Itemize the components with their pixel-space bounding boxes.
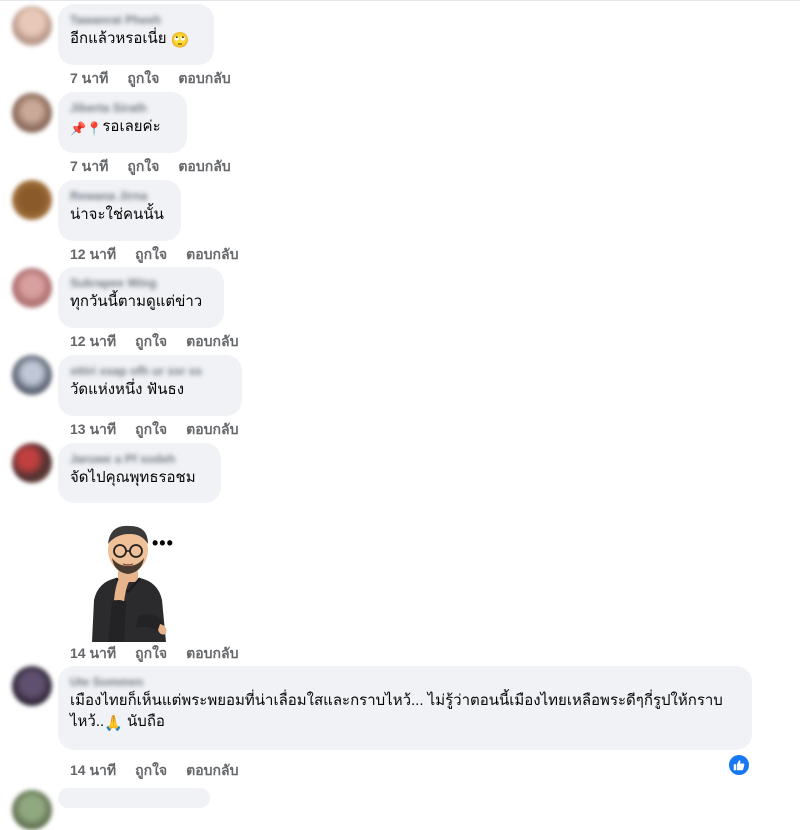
- comment-actions: 12 นาที ถูกใจ ตอบกลับ: [70, 244, 238, 266]
- reply-button[interactable]: ตอบกลับ: [186, 643, 238, 665]
- commenter-name[interactable]: Ute Sommen: [70, 674, 740, 690]
- timestamp[interactable]: 14 นาที: [70, 760, 116, 782]
- timestamp[interactable]: 14 นาที: [70, 643, 116, 665]
- like-button[interactable]: ถูกใจ: [135, 643, 167, 665]
- timestamp[interactable]: 12 นาที: [70, 244, 116, 266]
- timestamp[interactable]: 13 นาที: [70, 419, 116, 441]
- like-reaction-badge[interactable]: [729, 755, 749, 775]
- more-options-icon[interactable]: •••: [152, 533, 174, 554]
- timestamp[interactable]: 12 นาที: [70, 331, 116, 353]
- comment-bubble: Jaruwe a Pf sodeh จัดไปคุณพุทธรอชม: [58, 443, 221, 503]
- avatar[interactable]: [12, 666, 52, 706]
- comment-actions: 14 นาที ถูกใจ ตอบกลับ: [70, 760, 238, 782]
- comment-text-body: อีกแล้วหรอเนี่ย: [70, 30, 167, 47]
- comment-text: อีกแล้วหรอเนี่ย 🙄: [70, 28, 202, 51]
- like-button[interactable]: ถูกใจ: [135, 419, 167, 441]
- reply-button[interactable]: ตอบกลับ: [186, 419, 238, 441]
- like-button[interactable]: ถูกใจ: [127, 68, 159, 90]
- comment-text: 📌📍รอเลยค่ะ: [70, 116, 175, 139]
- comment-actions: 13 นาที ถูกใจ ตอบกลับ: [70, 419, 238, 441]
- reply-button[interactable]: ตอบกลับ: [178, 68, 230, 90]
- top-divider: [0, 0, 800, 1]
- comment-text: ทุกวันนี้ตามดูแต่ข่าว: [70, 293, 203, 310]
- timestamp[interactable]: 7 นาที: [70, 68, 108, 90]
- avatar[interactable]: [12, 93, 52, 133]
- comment-actions: 12 นาที ถูกใจ ตอบกลับ: [70, 331, 238, 353]
- comment-actions: 7 นาที ถูกใจ ตอบกลับ: [70, 156, 231, 178]
- avatar[interactable]: [12, 355, 52, 395]
- eye-roll-emoji-icon: 🙄: [170, 32, 190, 49]
- comment-text-body: รอเลยค่ะ: [102, 118, 161, 135]
- comment-bubble: Jiberta Sirath 📌📍รอเลยค่ะ: [58, 92, 187, 153]
- like-button[interactable]: ถูกใจ: [135, 244, 167, 266]
- commenter-name[interactable]: Sukrapee Wing: [70, 275, 212, 291]
- commenter-name[interactable]: Tawanrat Pheeh: [70, 12, 202, 28]
- comment-text-body: เมืองไทยก็เห็นแต่พระพยอมที่น่าเลื่อมใสแล…: [70, 692, 723, 730]
- comment-text: จัดไปคุณพุทธรอชม: [70, 469, 196, 486]
- comment-text: วัดแห่งหนึ่ง ฟันธง: [70, 381, 185, 398]
- like-button[interactable]: ถูกใจ: [135, 760, 167, 782]
- comment-text-suffix: นับถือ: [122, 713, 165, 730]
- commenter-name[interactable]: Jiberta Sirath: [70, 100, 175, 116]
- comment-bubble: Tawanrat Pheeh อีกแล้วหรอเนี่ย 🙄: [58, 4, 214, 65]
- avatar[interactable]: [12, 180, 52, 220]
- avatar[interactable]: [12, 790, 52, 830]
- reply-button[interactable]: ตอบกลับ: [186, 244, 238, 266]
- reply-button[interactable]: ตอบกลับ: [186, 331, 238, 353]
- commenter-name[interactable]: Jaruwe a Pf sodeh: [70, 451, 209, 467]
- reply-button[interactable]: ตอบกลับ: [178, 156, 230, 178]
- like-button[interactable]: ถูกใจ: [135, 331, 167, 353]
- comment-bubble: [58, 788, 210, 808]
- comment-bubble: sttiri ssap ofh ur ssr ss วัดแห่งหนึ่ง ฟ…: [58, 355, 242, 416]
- like-button[interactable]: ถูกใจ: [127, 156, 159, 178]
- avatar[interactable]: [12, 443, 52, 483]
- folded-hands-emoji-icon: 🙏: [104, 715, 123, 732]
- comment-bubble: Ute Sommen เมืองไทยก็เห็นแต่พระพยอมที่น่…: [58, 666, 752, 750]
- comment-bubble: Sukrapee Wing ทุกวันนี้ตามดูแต่ข่าว: [58, 267, 224, 328]
- comment-actions: 7 นาที ถูกใจ ตอบกลับ: [70, 68, 231, 90]
- thumbs-up-icon: [733, 760, 745, 771]
- commenter-name[interactable]: Rewana Jirna: [70, 188, 169, 204]
- comment-text: เมืองไทยก็เห็นแต่พระพยอมที่น่าเลื่อมใสแล…: [70, 690, 740, 734]
- reply-button[interactable]: ตอบกลับ: [186, 760, 238, 782]
- comment-actions: 14 นาที ถูกใจ ตอบกลับ: [70, 643, 238, 665]
- avatar[interactable]: [12, 268, 52, 308]
- comment-bubble: Rewana Jirna น่าจะใช่คนนั้น: [58, 180, 181, 241]
- comment-text: น่าจะใช่คนนั้น: [70, 206, 164, 223]
- pushpin-emoji-icon: 📌📍: [70, 121, 103, 136]
- commenter-name[interactable]: sttiri ssap ofh ur ssr ss: [70, 363, 230, 379]
- avatar[interactable]: [12, 6, 52, 46]
- timestamp[interactable]: 7 นาที: [70, 156, 108, 178]
